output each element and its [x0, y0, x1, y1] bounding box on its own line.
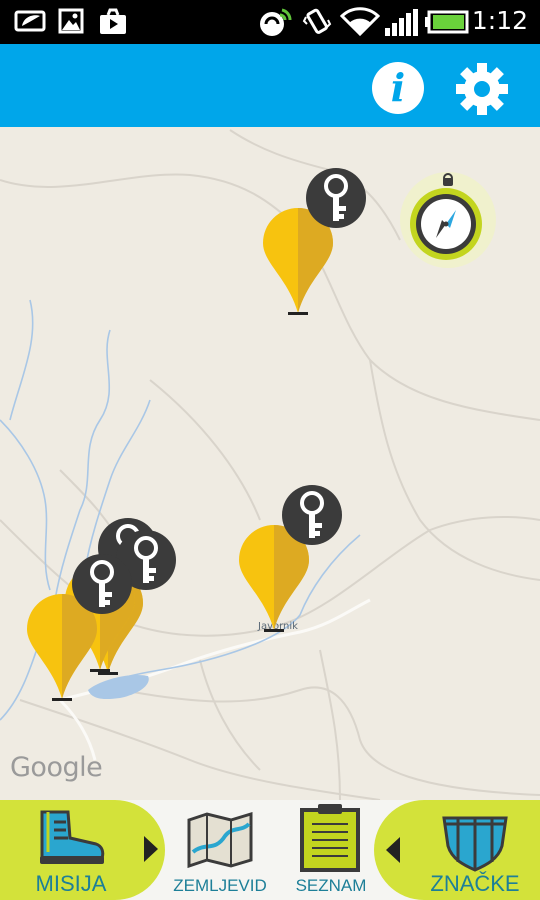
google-attribution: Google	[10, 752, 103, 783]
badge-icon	[442, 816, 508, 872]
tab-misija[interactable]: MISIJA	[0, 800, 165, 900]
settings-button[interactable]	[454, 61, 510, 117]
sync-icon	[260, 8, 292, 36]
gear-icon	[456, 63, 508, 115]
media-icon	[100, 8, 126, 34]
map-marker[interactable]	[22, 554, 134, 704]
battery-icon	[425, 10, 469, 34]
info-button[interactable]: i	[372, 62, 424, 114]
tab-zemljevid[interactable]: ZEMLJEVID	[165, 800, 275, 900]
chevron-left-icon	[386, 837, 400, 863]
clipboard-icon	[300, 804, 360, 872]
hiking-boot-icon	[40, 810, 105, 864]
map-marker[interactable]	[258, 168, 370, 318]
chevron-right-icon	[144, 836, 158, 862]
tab-seznam[interactable]: SEZNAM	[285, 800, 375, 900]
wifi-icon	[340, 7, 380, 37]
compass-icon	[400, 172, 496, 268]
tab-label: ZEMLJEVID	[173, 876, 267, 895]
tab-label: MISIJA	[35, 871, 107, 896]
tab-label: SEZNAM	[295, 876, 367, 895]
status-bar: 1:12	[0, 0, 540, 44]
image-icon	[58, 8, 84, 34]
vibrate-icon	[302, 8, 332, 34]
tab-znacke[interactable]: ZNAČKE	[374, 800, 540, 900]
tab-label: ZNAČKE	[430, 871, 520, 896]
signal-icon	[385, 9, 418, 36]
compass-button[interactable]	[398, 170, 498, 270]
map-marker[interactable]	[234, 485, 346, 635]
info-icon: i	[390, 65, 406, 110]
battery-saver-icon	[14, 10, 46, 32]
map-icon	[187, 812, 253, 868]
clock: 1:12	[471, 6, 528, 35]
